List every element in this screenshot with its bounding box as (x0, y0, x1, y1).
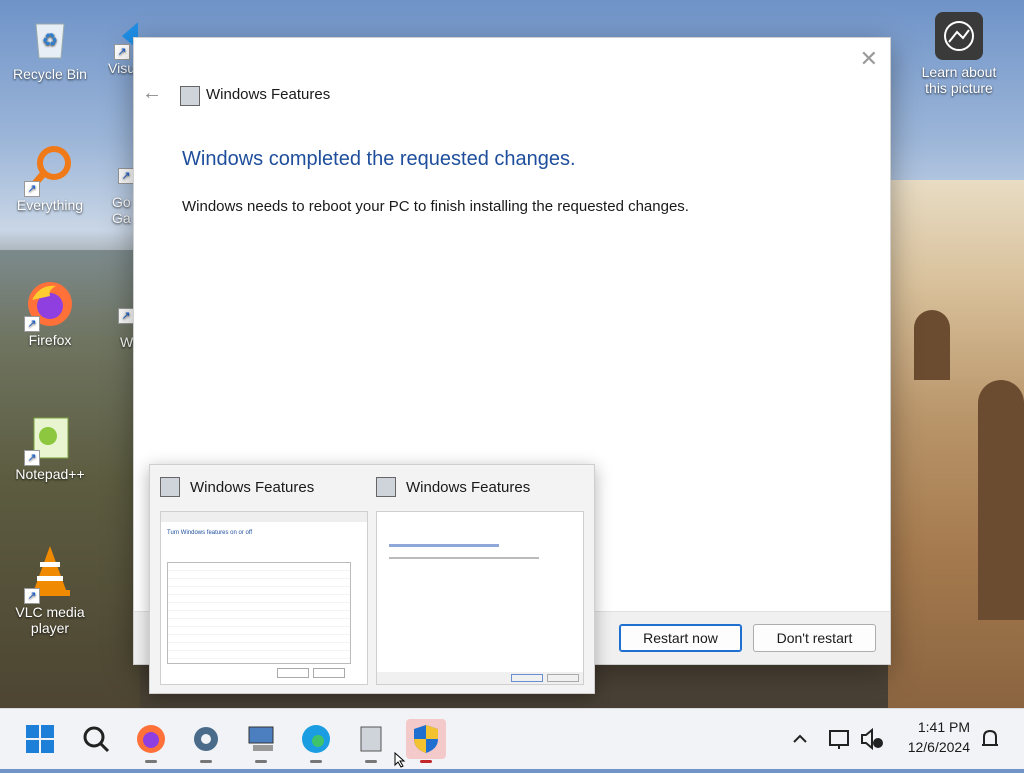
taskbar-windows-features[interactable] (351, 719, 391, 763)
thumbnail-title: Windows Features (190, 479, 315, 496)
shortcut-arrow-icon: ↗ (24, 181, 40, 197)
firefox-icon: ↗ (24, 280, 74, 332)
recycle-bin-icon: ♻ (26, 14, 74, 62)
thumbnail-preview (376, 511, 584, 685)
desktop-icon-recycle-bin[interactable]: ♻ Recycle Bin (5, 14, 95, 82)
notifications-button[interactable] (970, 719, 1010, 759)
mouse-cursor-icon (394, 751, 406, 773)
show-hidden-icons-button[interactable] (780, 719, 820, 759)
completion-headline: Windows completed the requested changes. (182, 148, 576, 170)
everything-icon: ↗ (24, 145, 74, 197)
start-button[interactable] (20, 719, 60, 759)
dialog-title: Windows Features (206, 86, 331, 103)
volume-muted-icon (861, 727, 883, 751)
taskbar-network-app[interactable] (241, 719, 281, 763)
firefox-icon (137, 725, 165, 753)
taskbar-security-active[interactable] (406, 719, 446, 763)
running-indicator (200, 760, 212, 763)
taskbar: 1:41 PM 12/6/2024 (0, 708, 1024, 769)
camera-icon (935, 12, 983, 60)
running-indicator (255, 760, 267, 763)
shortcut-arrow-icon: ↗ (114, 44, 130, 60)
shortcut-arrow-icon: ↗ (118, 308, 134, 324)
desktop-icon-label: Go Ga (112, 194, 131, 226)
windows-features-icon (376, 477, 396, 497)
close-icon[interactable]: ✕ (860, 46, 878, 72)
desktop-icon-label: Recycle Bin (13, 66, 87, 82)
desktop-icon-everything[interactable]: ↗ Everything (5, 145, 95, 213)
running-indicator (145, 760, 157, 763)
clock-date[interactable]: 12/6/2024 (890, 739, 970, 755)
desktop-icon-notepad-plus-plus[interactable]: ↗ Notepad++ (5, 414, 95, 482)
windows-features-icon (180, 86, 200, 106)
volume-button[interactable] (852, 719, 892, 759)
desktop-icon-label: Firefox (28, 332, 72, 348)
desktop-icon-label: Everything (16, 197, 84, 213)
taskbar-settings[interactable] (186, 719, 226, 763)
shortcut-arrow-icon: ↗ (24, 588, 40, 604)
clock-time[interactable]: 1:41 PM (900, 719, 970, 735)
back-arrow-icon[interactable]: ← (142, 82, 162, 105)
shortcut-arrow-icon: ↗ (118, 168, 134, 184)
dont-restart-button[interactable]: Don't restart (753, 624, 876, 652)
taskbar-firefox[interactable] (131, 719, 171, 763)
desktop-icon-firefox[interactable]: ↗ Firefox (5, 280, 95, 348)
computer-icon (248, 726, 274, 751)
windows-features-icon (360, 726, 382, 752)
running-indicator (420, 760, 432, 763)
thumbnail-preview: Turn Windows features on or off (160, 511, 368, 685)
vlc-icon: ↗ (24, 544, 74, 604)
taskbar-edge[interactable] (296, 719, 336, 763)
desktop-icon-label: Notepad++ (15, 466, 85, 482)
shortcut-arrow-icon: ↗ (24, 316, 40, 332)
windows-features-icon (160, 477, 180, 497)
notepad-plus-plus-icon: ↗ (24, 414, 74, 466)
search-icon (83, 726, 110, 753)
search-button[interactable] (76, 719, 116, 759)
shortcut-arrow-icon: ↗ (24, 450, 40, 466)
desktop-icon-vlc[interactable]: ↗ VLC media player (5, 544, 95, 636)
desktop-icon-label: VLC media player (15, 604, 85, 636)
desktop-background-bridge (888, 180, 1024, 710)
windows-logo-icon (26, 725, 54, 753)
running-indicator (365, 760, 377, 763)
learn-about-picture[interactable]: Learn about this picture (914, 12, 1004, 96)
restart-now-button[interactable]: Restart now (619, 624, 742, 652)
chevron-up-icon (793, 734, 807, 743)
edge-icon (302, 725, 330, 753)
thumbnail-title: Windows Features (406, 479, 531, 496)
taskbar-thumbnail-popup: Windows Features Turn Windows features o… (149, 464, 595, 694)
reboot-message: Windows needs to reboot your PC to finis… (182, 198, 689, 215)
shield-icon (414, 725, 438, 753)
gear-icon (194, 727, 218, 751)
thumbnail-windows-features-1[interactable]: Windows Features Turn Windows features o… (150, 465, 368, 693)
learn-about-label: Learn about this picture (921, 64, 997, 96)
running-indicator (310, 760, 322, 763)
thumbnail-windows-features-2[interactable]: Windows Features (366, 465, 584, 693)
bell-icon (982, 729, 998, 746)
svg-text:♻: ♻ (42, 30, 58, 50)
